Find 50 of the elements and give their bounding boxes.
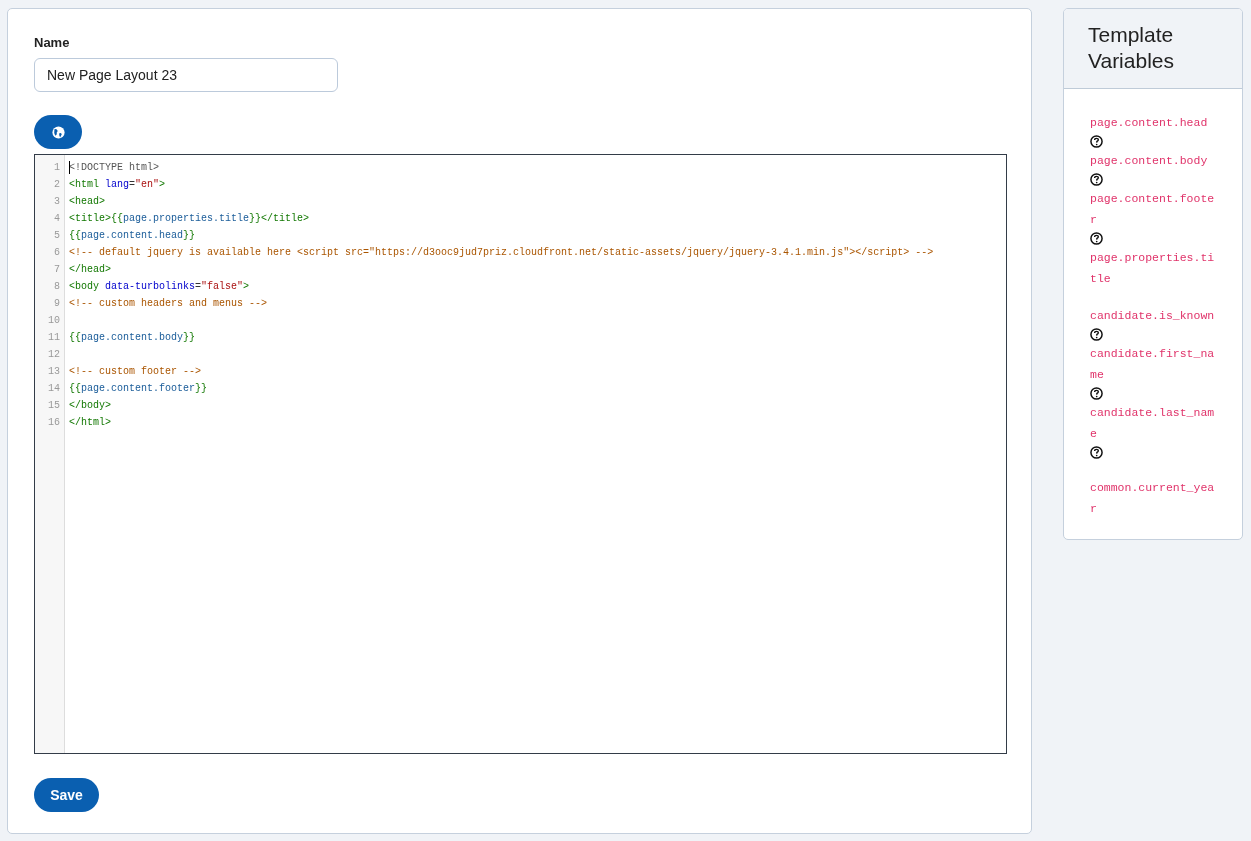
help-icon[interactable] <box>1090 135 1103 148</box>
line-number: 8 <box>53 280 61 294</box>
template-variable[interactable]: page.content.head <box>1090 112 1216 133</box>
template-variable[interactable]: page.properties.title <box>1090 247 1216 289</box>
code-line: {{page.content.body}} <box>69 331 197 345</box>
line-number: 10 <box>47 314 61 328</box>
line-number: 16 <box>47 416 61 430</box>
template-variable[interactable]: candidate.last_name <box>1090 402 1216 444</box>
code-line: <!-- default jquery is available here <script src="https://d3ooc9jud7priz.cloudfront.net/static-assets/jquery/jquery-3.4.1.min.js"></script> --> <box>69 246 934 260</box>
template-variable[interactable]: candidate.is_known <box>1090 305 1216 326</box>
name-input-field[interactable]: New Page Layout 23 <box>34 58 338 92</box>
line-number: 7 <box>53 263 61 277</box>
line-number: 3 <box>53 195 61 209</box>
line-number: 1 <box>53 161 61 175</box>
template-variable[interactable]: page.content.footer <box>1090 188 1216 230</box>
code-line: </body> <box>69 399 112 413</box>
code-line: <!-- custom headers and menus --> <box>69 297 269 311</box>
panel-title: Template Variables <box>1088 22 1175 74</box>
code-line: <title>{{page.properties.title}}</title> <box>69 212 311 226</box>
code-line: {{page.content.head}} <box>69 229 197 243</box>
save-button[interactable]: Save <box>34 778 99 812</box>
help-icon[interactable] <box>1090 328 1103 341</box>
help-icon[interactable] <box>1090 232 1103 245</box>
template-variable[interactable]: page.content.body <box>1090 150 1216 171</box>
line-number: 2 <box>53 178 61 192</box>
template-variable[interactable]: candidate.first_name <box>1090 343 1216 385</box>
line-number: 15 <box>47 399 61 413</box>
template-variable[interactable]: common.current_year <box>1090 477 1216 519</box>
line-number: 11 <box>47 331 61 345</box>
help-icon[interactable] <box>1090 173 1103 186</box>
code-line: </html> <box>69 416 112 430</box>
help-icon[interactable] <box>1090 446 1103 459</box>
line-number: 6 <box>53 246 61 260</box>
help-icon[interactable] <box>1090 387 1103 400</box>
code-line: <body data-turbolinks="false"> <box>69 280 251 294</box>
code-line: <!DOCTYPE html> <box>69 160 160 176</box>
name-label: Name <box>34 35 71 50</box>
line-number: 9 <box>53 297 61 311</box>
globe-icon <box>51 125 65 139</box>
code-line: </head> <box>69 263 112 277</box>
code-line: <head> <box>69 195 106 209</box>
line-number: 5 <box>53 229 61 243</box>
line-number: 13 <box>47 365 61 379</box>
line-number: 12 <box>47 348 61 362</box>
line-number: 14 <box>47 382 61 396</box>
globe-button[interactable] <box>34 115 82 149</box>
code-line: <!-- custom footer --> <box>69 365 203 379</box>
line-number: 4 <box>53 212 61 226</box>
code-line: {{page.content.footer}} <box>69 382 209 396</box>
code-line: <html lang="en"> <box>69 178 167 192</box>
